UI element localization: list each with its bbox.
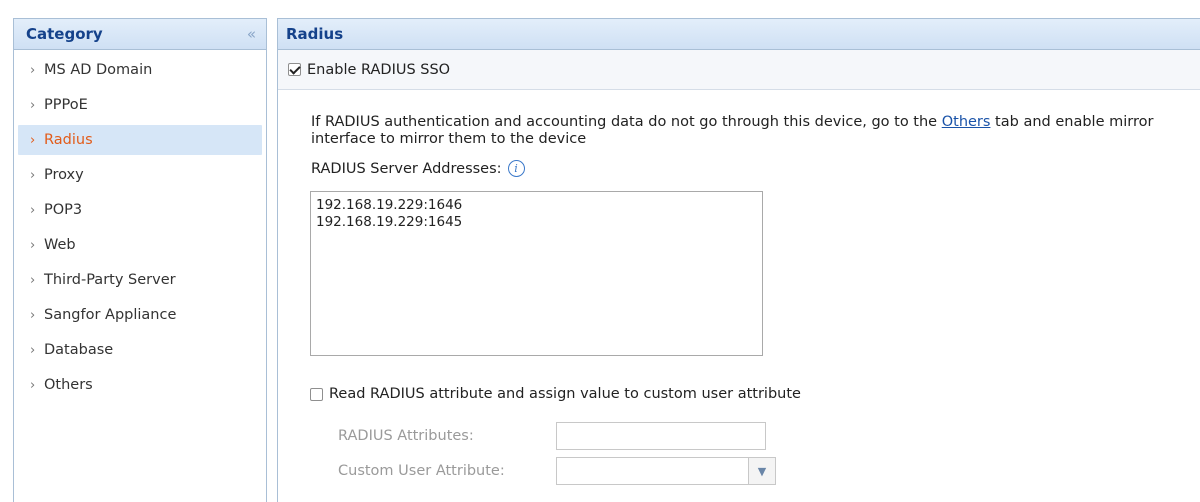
category-item-label: Others (44, 377, 93, 393)
radius-attributes-label: RADIUS Attributes: (338, 428, 474, 444)
category-item-label: Proxy (44, 167, 84, 183)
custom-user-attribute-row: Custom User Attribute: ▼ (338, 457, 776, 485)
chevron-right-icon: › (30, 238, 36, 253)
category-item-radius[interactable]: › Radius (18, 125, 262, 155)
category-item-label: POP3 (44, 202, 83, 218)
category-title: Category (26, 25, 103, 43)
chevron-right-icon: › (30, 98, 36, 113)
category-item-label: Sangfor Appliance (44, 307, 177, 323)
read-attr-checkbox[interactable] (310, 387, 323, 401)
servers-label: RADIUS Server Addresses: (311, 160, 502, 177)
radius-panel: Radius Enable RADIUS SSO If RADIUS authe… (277, 18, 1200, 502)
chevron-right-icon: › (30, 343, 36, 358)
chevron-right-icon: › (30, 133, 36, 148)
category-panel: Category « › MS AD Domain › PPPoE › Radius › Pr… (13, 18, 267, 502)
custom-user-attribute-label: Custom User Attribute: (338, 463, 505, 479)
read-attr-row: Read RADIUS attribute and assign value t… (310, 386, 801, 402)
chevron-right-icon: › (30, 168, 36, 183)
category-item-pop3[interactable]: › POP3 (18, 195, 262, 225)
category-item-sangfor-appliance[interactable]: › Sangfor Appliance (18, 300, 262, 330)
radius-header: Radius (278, 19, 1200, 50)
category-item-label: Web (44, 237, 76, 253)
category-list: › MS AD Domain › PPPoE › Radius › Proxy › POP3 › We… (14, 55, 266, 400)
others-link[interactable]: Others (942, 114, 991, 130)
category-item-label: Database (44, 342, 114, 358)
category-item-pppoe[interactable]: › PPPoE (18, 90, 262, 120)
custom-user-attribute-select[interactable]: ▼ (556, 457, 776, 485)
info-text: If RADIUS authentication and accounting … (311, 114, 1191, 148)
category-header: Category « (14, 19, 266, 50)
chevron-right-icon: › (30, 308, 36, 323)
enable-sso-bar: Enable RADIUS SSO (278, 50, 1200, 90)
category-item-third-party-server[interactable]: › Third-Party Server (18, 265, 262, 295)
chevron-right-icon: › (30, 273, 36, 288)
read-attr-label[interactable]: Read RADIUS attribute and assign value t… (329, 386, 801, 402)
category-item-database[interactable]: › Database (18, 335, 262, 365)
radius-title: Radius (286, 25, 344, 43)
servers-label-row: RADIUS Server Addresses: i (311, 160, 525, 177)
category-item-label: MS AD Domain (44, 62, 153, 78)
chevron-right-icon: › (30, 63, 36, 78)
radius-attributes-row: RADIUS Attributes: (338, 422, 766, 450)
info-text-before: If RADIUS authentication and accounting … (311, 114, 942, 130)
chevron-right-icon: › (30, 203, 36, 218)
info-icon[interactable]: i (507, 160, 525, 177)
category-item-label: PPPoE (44, 97, 88, 113)
chevron-right-icon: › (30, 378, 36, 393)
radius-attributes-input[interactable] (556, 422, 766, 450)
enable-sso-label[interactable]: Enable RADIUS SSO (307, 62, 450, 78)
category-item-label: Radius (44, 132, 93, 148)
server-addresses-textarea[interactable] (310, 191, 763, 356)
enable-sso-checkbox[interactable] (288, 63, 301, 76)
category-item-web[interactable]: › Web (18, 230, 262, 260)
category-item-others[interactable]: › Others (18, 370, 262, 400)
double-chevron-left-icon[interactable]: « (247, 25, 256, 43)
category-item-label: Third-Party Server (44, 272, 176, 288)
category-item-proxy[interactable]: › Proxy (18, 160, 262, 190)
category-item-ms-ad-domain[interactable]: › MS AD Domain (18, 55, 262, 85)
chevron-down-icon[interactable]: ▼ (748, 458, 775, 484)
